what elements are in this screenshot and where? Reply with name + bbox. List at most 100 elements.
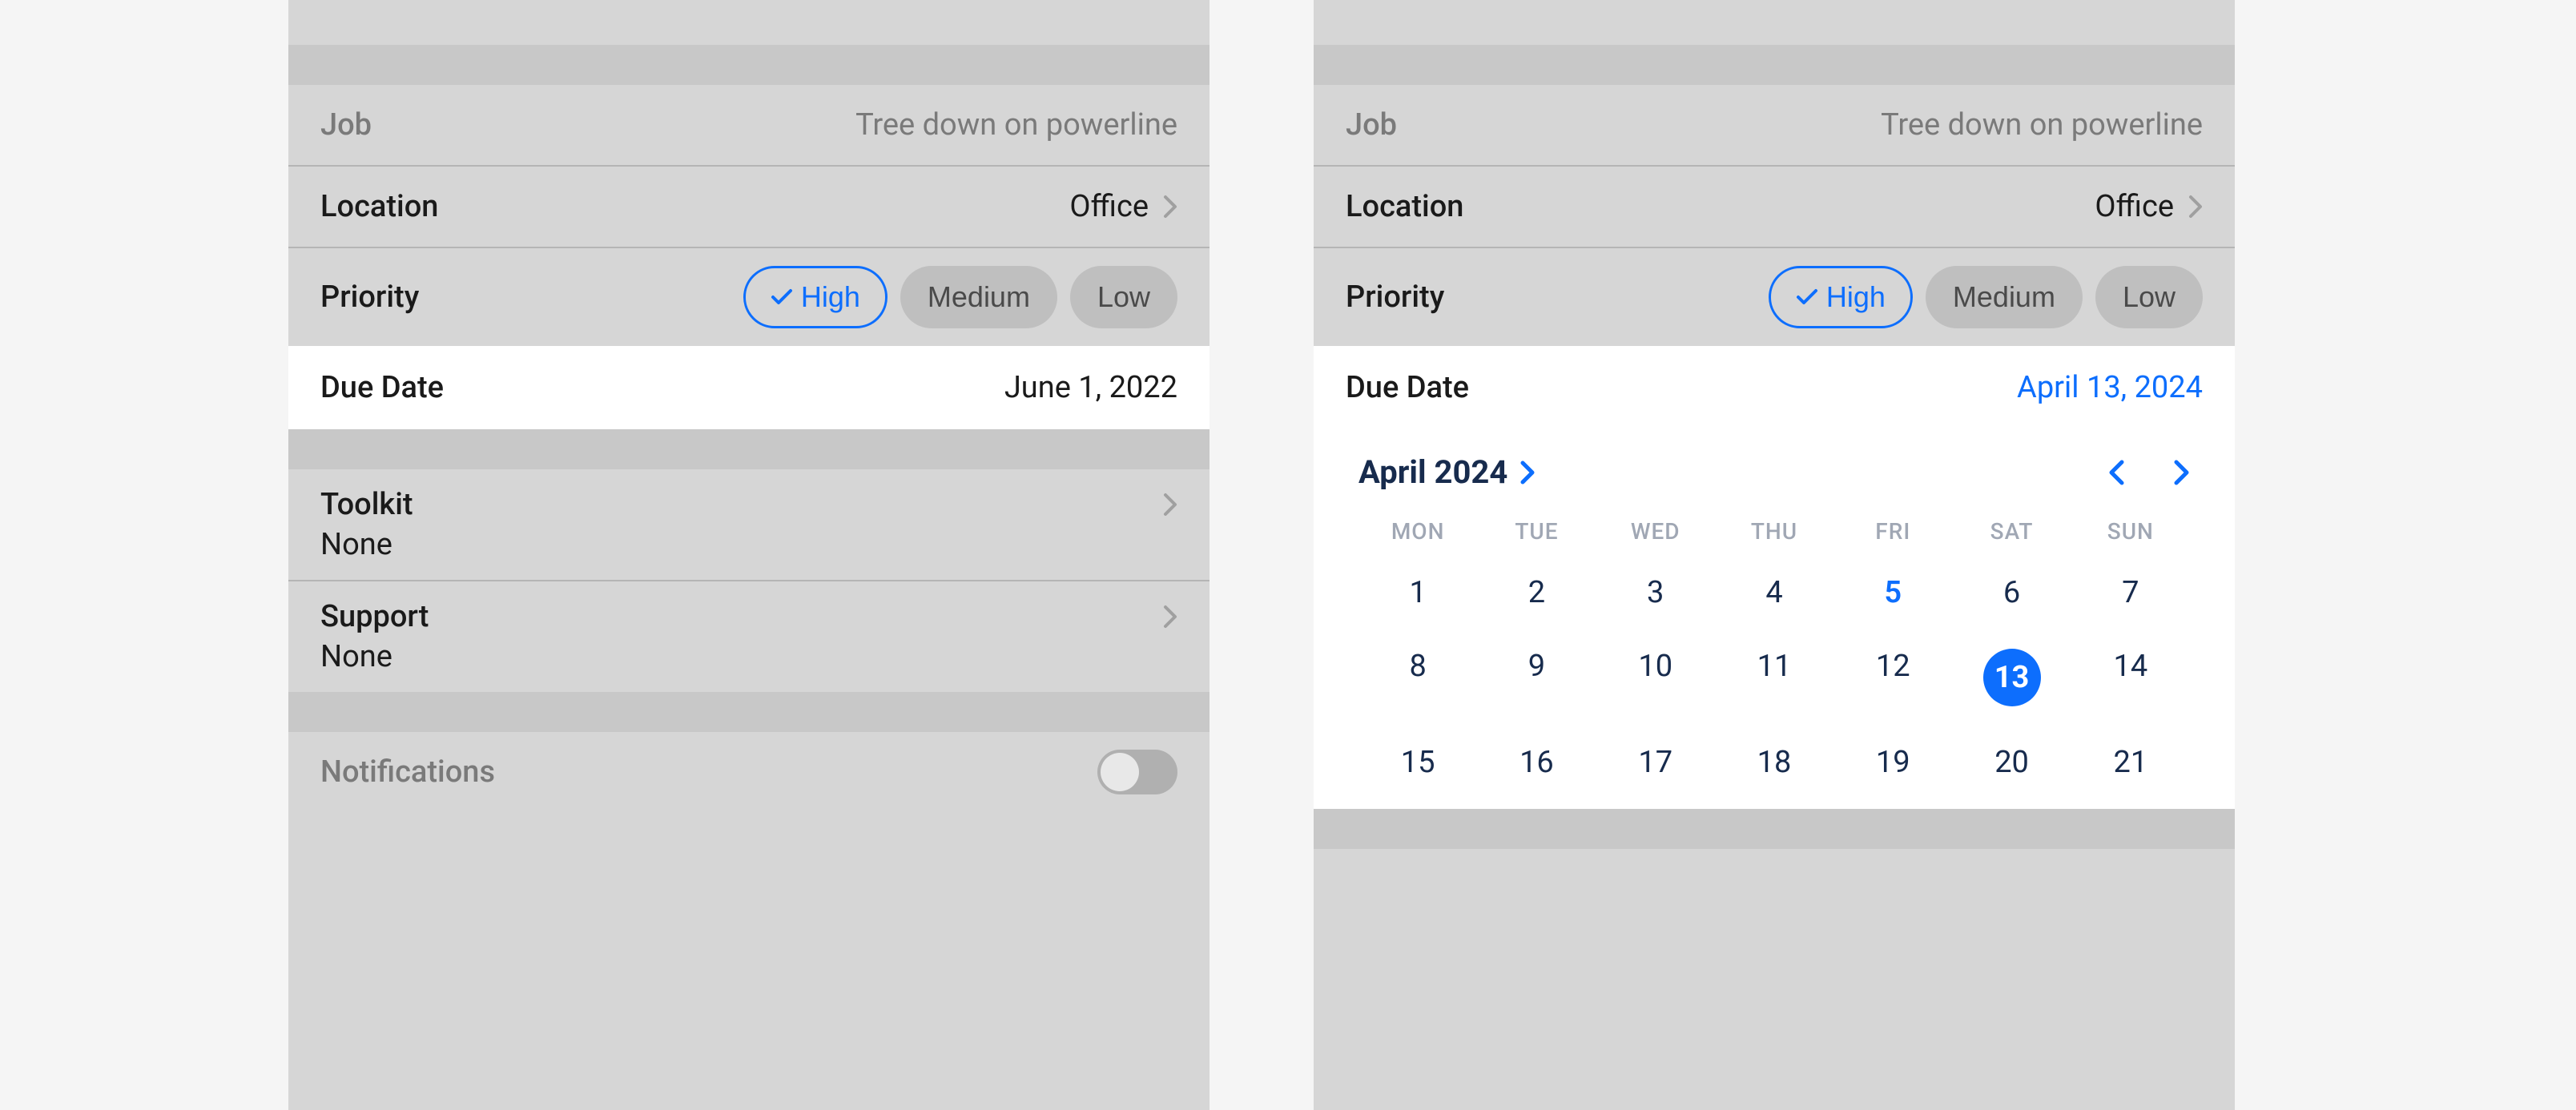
priority-row: Priority High Medium Low xyxy=(1314,248,2235,346)
job-label: Job xyxy=(1346,107,1397,143)
calendar-day[interactable]: 12 xyxy=(1833,629,1952,726)
location-value-group: Office xyxy=(1069,189,1177,224)
calendar-day[interactable]: 6 xyxy=(1952,556,2071,629)
priority-label: Priority xyxy=(320,280,419,315)
job-value: Tree down on powerline xyxy=(1881,107,2203,143)
location-value-group: Office xyxy=(2095,189,2203,224)
support-value: None xyxy=(320,639,1177,674)
calendar-day[interactable]: 8 xyxy=(1358,629,1477,726)
calendar-month-button[interactable]: April 2024 xyxy=(1358,453,1535,491)
priority-high-label: High xyxy=(1826,280,1886,314)
section-gap xyxy=(1314,809,2235,849)
dow: SAT xyxy=(1952,507,2071,556)
calendar-day[interactable]: 21 xyxy=(2071,726,2190,799)
chevron-right-icon xyxy=(2188,195,2203,219)
calendar-day[interactable]: 17 xyxy=(1596,726,1715,799)
spacer xyxy=(1314,0,2235,45)
due-date-row[interactable]: Due Date April 13, 2024 xyxy=(1314,346,2235,429)
priority-segmented: High Medium Low xyxy=(743,266,1177,328)
job-row[interactable]: Job Tree down on powerline xyxy=(1314,85,2235,167)
section-gap xyxy=(1314,45,2235,85)
priority-row: Priority High Medium Low xyxy=(288,248,1210,346)
check-icon xyxy=(771,288,793,306)
priority-high-button[interactable]: High xyxy=(1769,266,1913,328)
calendar-day[interactable]: 2 xyxy=(1477,556,1596,629)
calendar-day[interactable]: 4 xyxy=(1715,556,1833,629)
job-value: Tree down on powerline xyxy=(855,107,1177,143)
section-gap xyxy=(288,45,1210,85)
section-gap xyxy=(288,429,1210,469)
dow: TUE xyxy=(1477,507,1596,556)
calendar-day[interactable]: 11 xyxy=(1715,629,1833,726)
toolkit-row[interactable]: Toolkit None xyxy=(288,469,1210,581)
location-value: Office xyxy=(2095,189,2174,224)
location-label: Location xyxy=(320,189,438,224)
calendar-day[interactable]: 3 xyxy=(1596,556,1715,629)
toolkit-label: Toolkit xyxy=(320,487,413,522)
chevron-right-icon xyxy=(1163,605,1177,629)
calendar-nav xyxy=(2108,460,2190,485)
calendar-day[interactable]: 5 xyxy=(1833,556,1952,629)
section-gap xyxy=(288,692,1210,732)
calendar-picker: April 2024 MON TUE WED xyxy=(1314,429,2235,809)
notifications-toggle[interactable] xyxy=(1097,750,1177,794)
calendar-day[interactable]: 16 xyxy=(1477,726,1596,799)
priority-low-label: Low xyxy=(1097,280,1150,314)
priority-high-label: High xyxy=(801,280,860,314)
job-row[interactable]: Job Tree down on powerline xyxy=(288,85,1210,167)
due-date-value: June 1, 2022 xyxy=(1004,370,1177,405)
calendar-dow-row: MON TUE WED THU FRI SAT SUN xyxy=(1358,507,2190,556)
dow: THU xyxy=(1715,507,1833,556)
dow: SUN xyxy=(2071,507,2190,556)
notifications-label: Notifications xyxy=(320,754,495,790)
calendar-month-label: April 2024 xyxy=(1358,453,1507,491)
chevron-right-icon xyxy=(1520,460,1535,485)
calendar-day[interactable]: 7 xyxy=(2071,556,2190,629)
calendar-day[interactable]: 15 xyxy=(1358,726,1477,799)
calendar-day[interactable]: 9 xyxy=(1477,629,1596,726)
due-date-value: April 13, 2024 xyxy=(2017,370,2203,405)
calendar-day[interactable]: 10 xyxy=(1596,629,1715,726)
due-date-row[interactable]: Due Date June 1, 2022 xyxy=(288,346,1210,429)
calendar-days-grid: 123456789101112131415161718192021 xyxy=(1358,556,2190,799)
support-row[interactable]: Support None xyxy=(288,581,1210,692)
priority-medium-button[interactable]: Medium xyxy=(900,266,1057,328)
spacer xyxy=(288,0,1210,45)
priority-medium-button[interactable]: Medium xyxy=(1926,266,2083,328)
form-expanded-calendar-state: Job Tree down on powerline Location Offi… xyxy=(1314,0,2235,1110)
chevron-right-icon xyxy=(1163,195,1177,219)
calendar-day[interactable]: 18 xyxy=(1715,726,1833,799)
location-row[interactable]: Location Office xyxy=(288,167,1210,248)
priority-high-button[interactable]: High xyxy=(743,266,888,328)
priority-low-button[interactable]: Low xyxy=(2095,266,2203,328)
chevron-right-icon xyxy=(1163,493,1177,517)
priority-label: Priority xyxy=(1346,280,1444,315)
calendar-header: April 2024 xyxy=(1358,445,2190,507)
notifications-row: Notifications xyxy=(288,732,1210,794)
toolkit-value: None xyxy=(320,527,1177,562)
priority-segmented: High Medium Low xyxy=(1769,266,2203,328)
dow: MON xyxy=(1358,507,1477,556)
dow: WED xyxy=(1596,507,1715,556)
due-date-label: Due Date xyxy=(320,370,444,405)
priority-medium-label: Medium xyxy=(928,280,1030,314)
calendar-day[interactable]: 13 xyxy=(1952,629,2071,726)
priority-medium-label: Medium xyxy=(1953,280,2055,314)
next-month-button[interactable] xyxy=(2174,460,2190,485)
dow: FRI xyxy=(1833,507,1952,556)
due-date-label: Due Date xyxy=(1346,370,1469,405)
support-label: Support xyxy=(320,599,429,634)
calendar-day[interactable]: 20 xyxy=(1952,726,2071,799)
job-label: Job xyxy=(320,107,372,143)
calendar-day[interactable]: 14 xyxy=(2071,629,2190,726)
form-collapsed-state: Job Tree down on powerline Location Offi… xyxy=(288,0,1210,1110)
toggle-knob xyxy=(1101,753,1139,791)
location-row[interactable]: Location Office xyxy=(1314,167,2235,248)
location-label: Location xyxy=(1346,189,1463,224)
priority-low-label: Low xyxy=(2123,280,2176,314)
calendar-day[interactable]: 19 xyxy=(1833,726,1952,799)
priority-low-button[interactable]: Low xyxy=(1070,266,1177,328)
check-icon xyxy=(1796,288,1818,306)
calendar-day[interactable]: 1 xyxy=(1358,556,1477,629)
prev-month-button[interactable] xyxy=(2108,460,2124,485)
